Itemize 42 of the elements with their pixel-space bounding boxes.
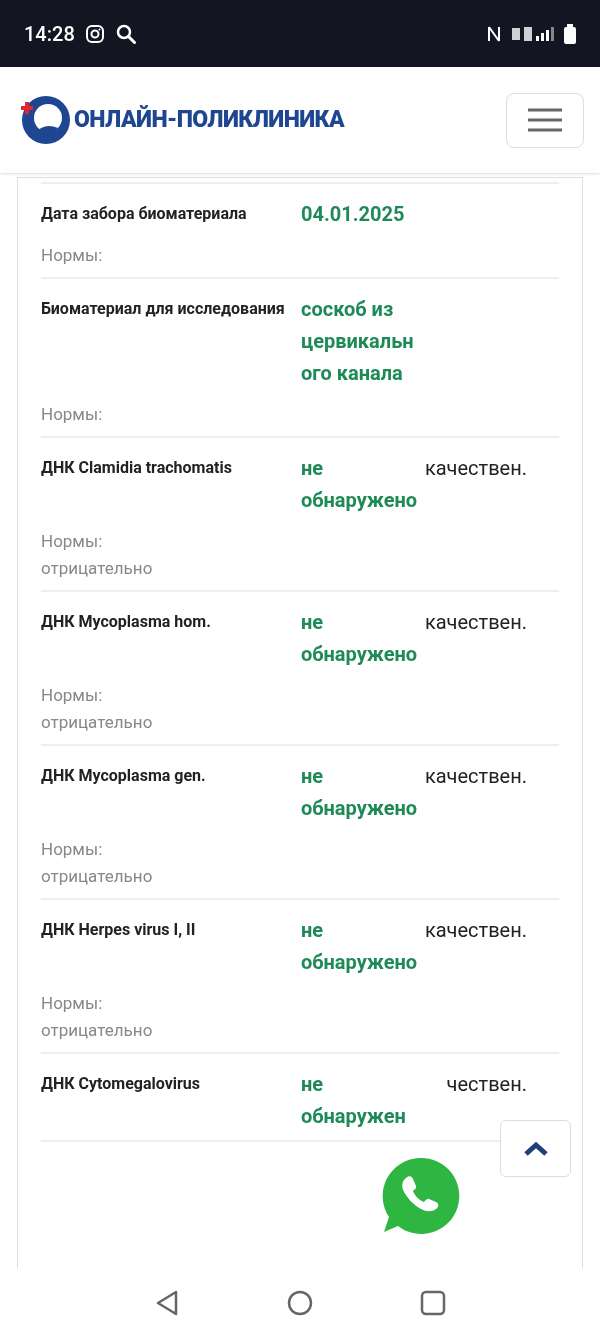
chevron-up-icon: [522, 1140, 549, 1157]
norms-value: отрицательно: [41, 1019, 154, 1042]
norms-label: Нормы:: [41, 530, 104, 553]
battery-icon: [564, 23, 576, 44]
norms-value: отрицательно: [41, 711, 154, 734]
logo-text: ОНЛАЙН-ПОЛИКЛИНИКА: [74, 104, 344, 135]
norms-label: Нормы:: [41, 403, 104, 426]
scroll-top-button[interactable]: [500, 1120, 571, 1177]
test-name: Биоматериал для исследования: [41, 298, 286, 320]
test-value: соскоб из цервикального канала: [301, 296, 415, 387]
menu-icon: [528, 108, 562, 132]
norms-label: Нормы:: [41, 684, 104, 707]
unit-text: качествен.: [423, 455, 527, 482]
test-name: Дата забора биоматериала: [41, 203, 248, 225]
norms-value: отрицательно: [41, 557, 154, 580]
search-icon: [114, 22, 137, 45]
test-name: ДНК Cytomegalovirus: [41, 1073, 202, 1095]
unit-text: качествен.: [423, 917, 527, 944]
test-name: ДНК Clamidia trachomatis: [41, 457, 233, 479]
test-value: не обнаружено: [301, 763, 419, 822]
test-value: не обнаружено: [301, 609, 419, 668]
camera-app-icon: [84, 23, 105, 44]
status-time: 14:28: [24, 20, 75, 48]
nfc-icon: [486, 24, 502, 43]
unit-text: качествен.: [423, 763, 527, 790]
test-name: ДНК Herpes virus I, II: [41, 919, 197, 941]
unit-text: качествен.: [423, 609, 527, 636]
test-value: 04.01.2025: [301, 201, 406, 228]
test-value: не обнаружен: [301, 1071, 407, 1130]
menu-button[interactable]: [506, 92, 584, 148]
norms-label: Нормы:: [41, 838, 104, 861]
norms-label: Нормы:: [41, 992, 104, 1015]
signal-icon: [512, 24, 554, 43]
unit-text: чествен.: [445, 1071, 527, 1098]
test-value: не обнаружено: [301, 455, 419, 514]
test-value: не обнаружено: [301, 917, 419, 976]
norms-label: Нормы:: [41, 244, 104, 267]
norms-value: отрицательно: [41, 865, 154, 888]
test-name: ДНК Mycoplasma gen.: [41, 765, 207, 787]
recents-icon[interactable]: [420, 1289, 447, 1316]
home-icon[interactable]: [287, 1289, 313, 1316]
test-name: ДНК Mycoplasma hom.: [41, 611, 212, 633]
